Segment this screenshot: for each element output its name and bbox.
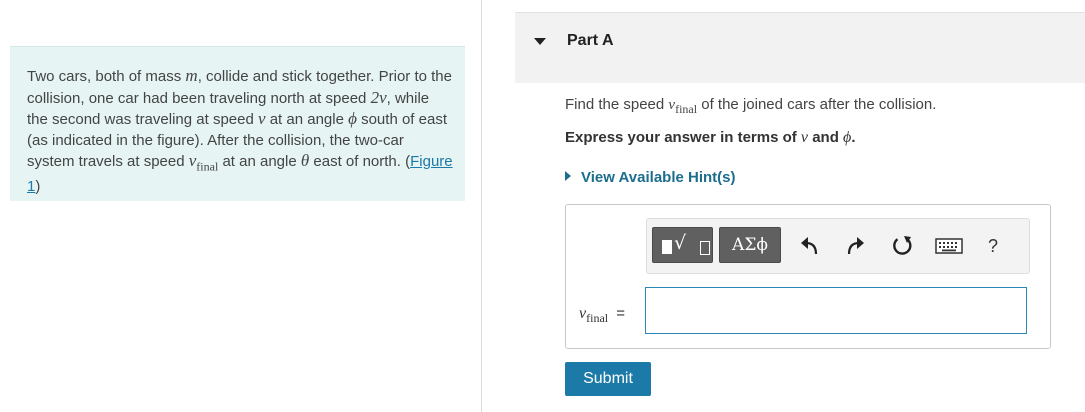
problem-text: ) <box>35 177 41 195</box>
collapse-triangle-icon[interactable] <box>534 38 546 45</box>
view-hints-toggle[interactable]: View Available Hint(s) <box>565 169 736 186</box>
mass-variable: m <box>185 66 198 85</box>
problem-text: at an angle <box>218 153 301 170</box>
speed-v-variable: v <box>800 129 809 146</box>
problem-statement-panel: Two cars, both of mass m, collide and st… <box>10 46 465 201</box>
radical-icon: √ <box>674 232 687 254</box>
template-box-icon <box>700 241 710 255</box>
problem-text: east of north. ( <box>309 153 411 170</box>
hints-label: View Available Hint(s) <box>581 169 736 186</box>
redo-icon[interactable] <box>842 233 868 259</box>
answer-instruction: Express your answer in terms of v and ϕ. <box>565 129 856 146</box>
help-icon[interactable]: ? <box>983 236 1003 262</box>
answer-input[interactable] <box>645 287 1027 334</box>
answer-box: √ ΑΣϕ ? vfinal = <box>565 204 1051 349</box>
speed-2v-variable: 2v <box>370 87 387 107</box>
undo-icon[interactable] <box>797 233 823 259</box>
reset-icon[interactable] <box>889 233 915 259</box>
submit-button[interactable]: Submit <box>565 362 651 396</box>
template-block-icon <box>662 240 672 254</box>
expand-arrow-icon <box>565 171 571 181</box>
answer-variable-label: vfinal = <box>579 305 626 326</box>
angle-phi-variable: ϕ <box>348 109 357 128</box>
panel-divider <box>481 0 482 412</box>
greek-symbols-button[interactable]: ΑΣϕ <box>719 227 781 263</box>
math-toolbar: √ ΑΣϕ ? <box>646 218 1030 274</box>
question-text: Find the speed vfinal of the joined cars… <box>565 96 937 116</box>
angle-theta-variable: θ <box>300 151 310 170</box>
speed-v-variable: v <box>257 109 266 128</box>
vfinal-variable: vfinal <box>188 151 219 174</box>
vfinal-variable: vfinal <box>668 97 698 116</box>
problem-text: at an angle <box>265 111 349 128</box>
problem-text: Two cars, both of mass <box>27 68 186 85</box>
keyboard-icon[interactable] <box>935 237 963 255</box>
templates-button[interactable]: √ <box>652 227 713 263</box>
part-header[interactable]: Part A <box>515 12 1085 83</box>
part-title: Part A <box>567 32 614 49</box>
